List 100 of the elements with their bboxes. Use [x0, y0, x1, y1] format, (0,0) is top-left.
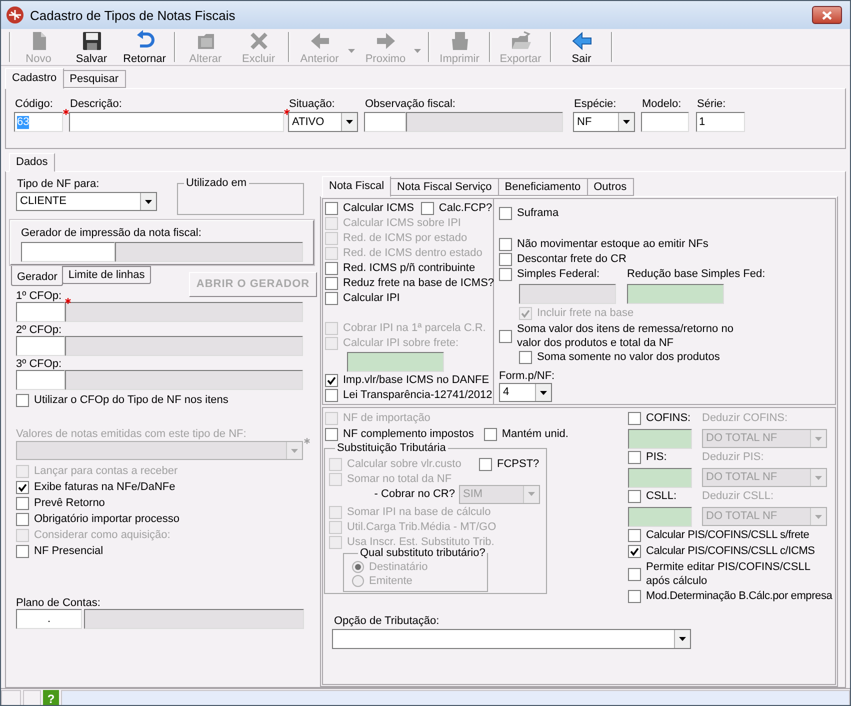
- checkbox[interactable]: NF complemento impostos: [325, 427, 474, 442]
- checkbox[interactable]: Prevê Retorno: [16, 496, 317, 511]
- description-field[interactable]: [65, 370, 303, 390]
- input-field[interactable]: [628, 507, 692, 527]
- toolbar-button[interactable]: Salvar: [65, 29, 118, 65]
- caret-icon: [815, 514, 822, 518]
- dropdown[interactable]: [332, 629, 691, 649]
- checkbox[interactable]: Imp.vlr/base ICMS no DANFE: [325, 373, 493, 388]
- field-label: Série:: [697, 98, 726, 112]
- code-field[interactable]: .: [16, 609, 82, 629]
- window-title: Cadastro de Tipos de Notas Fiscais: [30, 8, 236, 22]
- field-label: Espécie:: [574, 98, 616, 112]
- code-field[interactable]: [21, 242, 115, 262]
- field-label: Deduzir COFINS:: [702, 411, 788, 426]
- code-field[interactable]: [16, 370, 65, 390]
- code-field[interactable]: [16, 336, 65, 356]
- caret-icon: [815, 476, 822, 480]
- tab[interactable]: Nota Fiscal: [322, 176, 392, 197]
- description-field[interactable]: [406, 112, 563, 132]
- field-label: Modelo:: [642, 98, 682, 112]
- checkbox[interactable]: Obrigatório importar processo: [16, 512, 317, 527]
- field-label: Deduzir CSLL:: [702, 489, 774, 504]
- caret-icon: [414, 49, 421, 53]
- checkbox[interactable]: PIS:: [628, 450, 702, 465]
- description-field[interactable]: [84, 609, 304, 629]
- checkbox[interactable]: Descontar frete do CR: [499, 252, 835, 267]
- description-field[interactable]: [115, 242, 303, 262]
- field-label: 3º CFOp:: [16, 358, 62, 370]
- field-label: 2º CFOp:: [16, 324, 62, 336]
- tab[interactable]: Dados: [9, 153, 55, 172]
- checkbox[interactable]: Soma somente no valor dos produtos: [519, 350, 835, 365]
- checkbox[interactable]: Reduz frete na base de ICMS?: [325, 276, 494, 291]
- description-field[interactable]: [65, 336, 303, 356]
- checkbox[interactable]: Mod.Determinação B.Cálc.por empresa: [628, 589, 835, 604]
- text-field[interactable]: 1: [696, 112, 745, 132]
- tab[interactable]: Pesquisar: [62, 70, 126, 88]
- text-field[interactable]: [641, 112, 689, 132]
- caret-icon: [348, 49, 355, 53]
- caret-icon: [540, 390, 547, 394]
- left-arrow-icon: [570, 30, 592, 52]
- toolbar-button[interactable]: Sair: [555, 29, 608, 65]
- field-label: Observação fiscal:: [365, 98, 456, 112]
- close-button[interactable]: [812, 6, 842, 24]
- checkbox[interactable]: Suframa: [499, 206, 835, 221]
- dropdown[interactable]: CLIENTE: [16, 192, 157, 211]
- dropdown[interactable]: NF: [573, 112, 635, 132]
- field-label: Gerador de impressão da nota fiscal:: [21, 227, 202, 240]
- tab[interactable]: Gerador: [11, 266, 64, 286]
- logo-icon: [6, 6, 24, 24]
- checkbox[interactable]: FCPST?: [479, 457, 540, 472]
- checkbox[interactable]: CSLL:: [628, 489, 702, 504]
- input-field[interactable]: [628, 429, 692, 449]
- caret-icon: [679, 637, 686, 641]
- checkbox[interactable]: Mantém unid.: [484, 427, 568, 442]
- tab[interactable]: Limite de linhas: [62, 266, 151, 284]
- tab[interactable]: Cadastro: [5, 68, 64, 89]
- checkbox[interactable]: Calcular ICMS: [325, 201, 414, 216]
- checkmark-icon: [18, 483, 27, 492]
- description-field[interactable]: [65, 302, 303, 322]
- field-label: Plano de Contas:: [16, 597, 102, 609]
- checkbox[interactable]: Utilizar o CFOp do Tipo de NF nos itens: [16, 393, 317, 408]
- code-field[interactable]: [364, 112, 406, 132]
- tab[interactable]: Beneficiamento: [498, 178, 588, 196]
- checkmark-icon: [521, 309, 530, 318]
- text-field[interactable]: [69, 112, 284, 132]
- close-icon: [822, 10, 832, 20]
- checkbox[interactable]: Soma valor dos itens de remessa/retorno no valor dos produtos e total da NF: [499, 322, 749, 350]
- tab[interactable]: Nota Fiscal Serviço: [390, 178, 499, 196]
- help-icon[interactable]: ?: [43, 690, 59, 705]
- dropdown[interactable]: 4: [499, 383, 552, 402]
- input-field[interactable]: [347, 352, 444, 372]
- status-pane: [1, 690, 21, 705]
- dropdown[interactable]: ATIVO: [288, 112, 358, 132]
- checkbox[interactable]: Permite editar PIS/COFINS/CSLL após cálculo: [628, 560, 813, 588]
- checkmark-icon: [327, 376, 336, 385]
- checkbox[interactable]: COFINS:: [628, 411, 702, 426]
- tab[interactable]: Outros: [586, 178, 634, 196]
- toolbar-button[interactable]: Retornar: [118, 29, 171, 65]
- checkbox[interactable]: Lei Transparência-12741/2012: [325, 388, 493, 403]
- checkbox[interactable]: NF Presencial: [16, 544, 317, 559]
- caret-icon: [528, 492, 535, 496]
- checkbox[interactable]: Exibe faturas na NFe/DaNFe: [16, 480, 317, 495]
- code-field[interactable]: [16, 302, 65, 322]
- input-field[interactable]: [628, 468, 692, 488]
- checkbox[interactable]: Não movimentar estoque ao emitir NFs: [499, 237, 835, 252]
- group-title: Substituição Tributária: [336, 442, 447, 455]
- field-label: Tipo de NF para:: [17, 178, 100, 192]
- input-field[interactable]: [627, 284, 724, 304]
- caret-icon: [346, 120, 353, 124]
- checkbox[interactable]: Calcular IPI: [325, 291, 400, 306]
- caret-icon: [623, 120, 630, 124]
- checkbox[interactable]: Red. ICMS p/ñ contribuinte: [325, 261, 476, 276]
- status-pane: [23, 690, 41, 705]
- checkbox[interactable]: Calcular PIS/COFINS/CSLL s/frete: [628, 528, 835, 543]
- checkbox[interactable]: Calcular PIS/COFINS/CSLL c/ICMS: [628, 544, 835, 559]
- input-field[interactable]: [519, 284, 616, 304]
- checkbox[interactable]: Calc.FCP?: [420, 201, 492, 216]
- checkbox[interactable]: Simples Federal:: [499, 267, 627, 282]
- group-title: Qual substituto tributário?: [359, 547, 486, 560]
- field-label: 1º CFOp:: [16, 290, 62, 302]
